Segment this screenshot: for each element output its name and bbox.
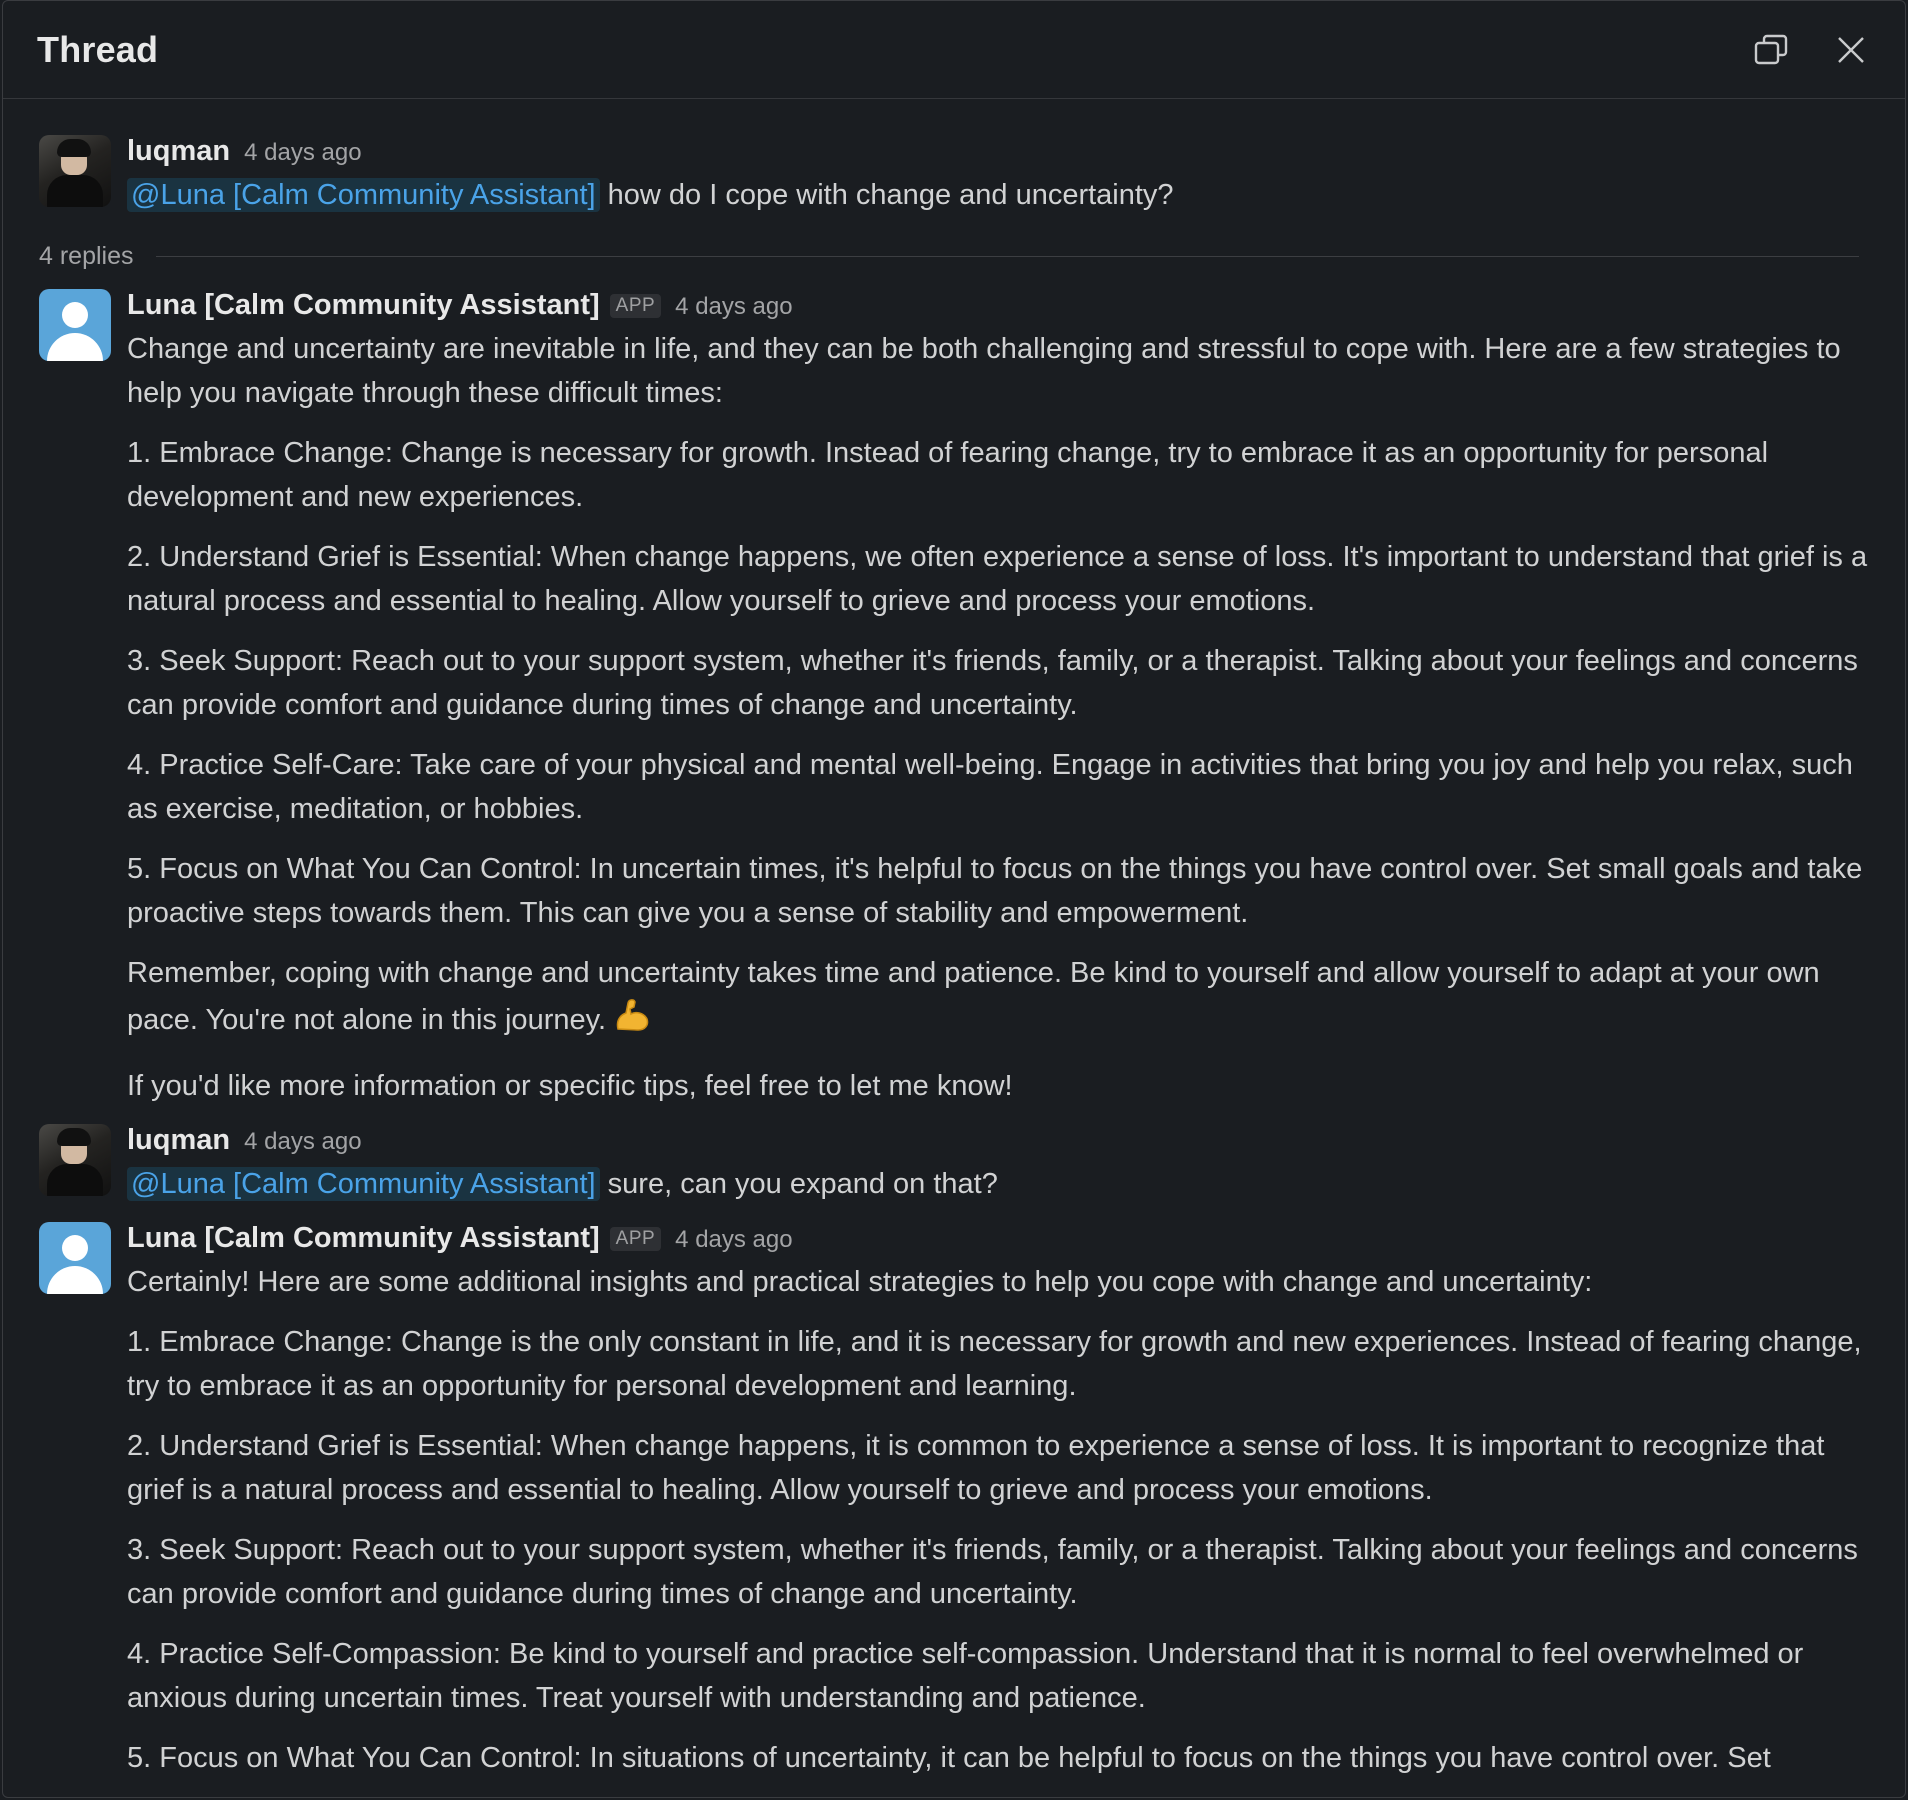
message-paragraph: 4. Practice Self-Care: Take care of your…: [127, 749, 1853, 825]
message-paragraph: Certainly! Here are some additional insi…: [127, 1266, 1593, 1298]
reply-message: Luna [Calm Community Assistant] APP 4 da…: [39, 1222, 1869, 1796]
message-author[interactable]: luqman: [127, 135, 230, 168]
message-paragraph: Change and uncertainty are inevitable in…: [127, 333, 1841, 409]
message-paragraph: 3. Seek Support: Reach out to your suppo…: [127, 645, 1858, 721]
message-paragraph: 5. Focus on What You Can Control: In sit…: [127, 1742, 1771, 1774]
reply-message: Luna [Calm Community Assistant] APP 4 da…: [39, 289, 1869, 1124]
message-text: Certainly! Here are some additional insi…: [127, 1260, 1869, 1780]
message-timestamp[interactable]: 4 days ago: [675, 293, 792, 321]
avatar[interactable]: [39, 1222, 111, 1294]
user-mention[interactable]: @Luna [Calm Community Assistant]: [127, 178, 600, 212]
message-timestamp[interactable]: 4 days ago: [675, 1226, 792, 1254]
avatar[interactable]: [39, 1124, 111, 1196]
message-paragraph: 1. Embrace Change: Change is necessary f…: [127, 437, 1769, 513]
thread-panel: Thread luqman 4 days ago @Luna [Calm Com…: [2, 0, 1906, 1798]
divider-line: [155, 255, 1859, 257]
header-actions: [1751, 30, 1871, 70]
message-paragraph: 4. Practice Self-Compassion: Be kind to …: [127, 1638, 1804, 1714]
message-timestamp[interactable]: 4 days ago: [244, 139, 361, 167]
flexed-biceps-icon: [612, 995, 652, 1048]
message-body: sure, can you expand on that?: [607, 1168, 998, 1200]
message-text: Change and uncertainty are inevitable in…: [127, 327, 1869, 1108]
avatar[interactable]: [39, 289, 111, 361]
root-message: luqman 4 days ago @Luna [Calm Community …: [39, 135, 1869, 217]
close-button[interactable]: [1831, 30, 1871, 70]
thread-content: luqman 4 days ago @Luna [Calm Community …: [3, 99, 1905, 1796]
message-paragraph: 2. Understand Grief is Essential: When c…: [127, 541, 1868, 617]
user-mention[interactable]: @Luna [Calm Community Assistant]: [127, 1167, 600, 1201]
app-badge: APP: [609, 1227, 662, 1251]
message-author[interactable]: Luna [Calm Community Assistant]: [127, 1222, 600, 1255]
avatar[interactable]: [39, 135, 111, 207]
message-text: @Luna [Calm Community Assistant] how do …: [127, 173, 1869, 217]
message-timestamp[interactable]: 4 days ago: [244, 1128, 361, 1156]
app-badge: APP: [609, 294, 662, 318]
replies-divider: 4 replies: [39, 239, 1869, 273]
thread-header: Thread: [3, 1, 1905, 99]
message-text: @Luna [Calm Community Assistant] sure, c…: [127, 1162, 1869, 1206]
reply-message: luqman 4 days ago @Luna [Calm Community …: [39, 1124, 1869, 1222]
message-paragraph: If you'd like more information or specif…: [127, 1070, 1013, 1102]
message-paragraph: 2. Understand Grief is Essential: When c…: [127, 1430, 1825, 1506]
message-paragraph: 1. Embrace Change: Change is the only co…: [127, 1326, 1862, 1402]
message-author[interactable]: Luna [Calm Community Assistant]: [127, 289, 600, 322]
close-icon: [1838, 36, 1864, 63]
thread-title: Thread: [37, 28, 159, 70]
message-body: how do I cope with change and uncertaint…: [607, 179, 1174, 211]
replies-count: 4 replies: [39, 241, 134, 270]
message-author[interactable]: luqman: [127, 1124, 230, 1157]
message-paragraph: 3. Seek Support: Reach out to your suppo…: [127, 1534, 1858, 1610]
open-in-window-button[interactable]: [1751, 30, 1791, 70]
paragraph-text: Remember, coping with change and uncerta…: [127, 957, 1820, 1036]
message-paragraph: 5. Focus on What You Can Control: In unc…: [127, 853, 1863, 929]
popout-icon: [1754, 34, 1788, 64]
message-paragraph: Remember, coping with change and uncerta…: [127, 951, 1869, 1048]
